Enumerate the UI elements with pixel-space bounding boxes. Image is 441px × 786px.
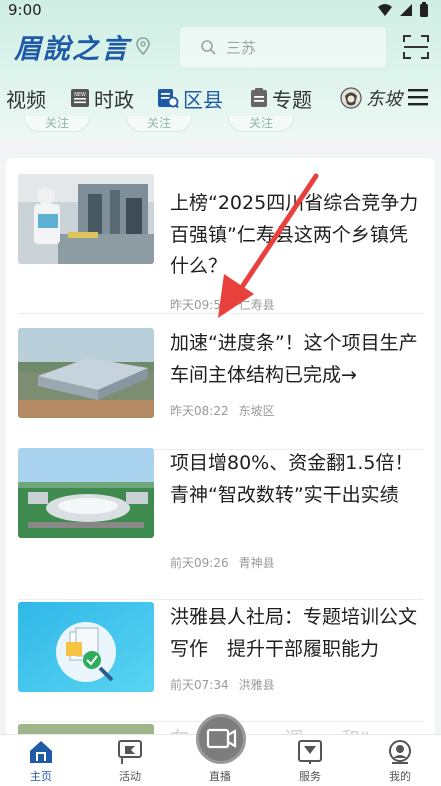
tab-label: 区县	[183, 87, 223, 112]
news-item[interactable]: 项目增80%、资金翻1.5倍！青神“智改数转”实干出实绩 前天09:26 青神县	[18, 448, 423, 600]
news-meta: 昨天09:57 仁寿县	[170, 296, 275, 313]
follow-chips-row: 关注 关注 关注	[0, 116, 441, 134]
channel-tabs: 视频 NEW 时政 区县 专题 东坡	[0, 80, 441, 116]
tab-district[interactable]: 区县	[157, 80, 223, 116]
news-location: 东坡区	[238, 404, 275, 418]
news-time: 前天07:34	[170, 678, 229, 692]
news-list: 上榜“2025四川省综合竞争力百强镇”仁寿县这两个乡镇凭什么？ 昨天09:57 …	[6, 158, 435, 758]
location-pin-icon	[136, 37, 150, 55]
document-check-illustration	[18, 602, 154, 692]
nav-label: 我的	[389, 770, 411, 783]
nav-label: 服务	[299, 770, 321, 783]
nav-home[interactable]: 主页	[11, 735, 71, 786]
signal-icon	[400, 4, 412, 16]
logo-text: 眉說之言	[14, 33, 130, 65]
dongpo-avatar-icon	[340, 87, 362, 109]
tab-label: 专题	[272, 87, 312, 112]
news-title: 洪雅县人社局：专题培训公文写作 提升干部履职能力	[170, 606, 418, 660]
battery-icon	[420, 2, 428, 17]
nav-profile[interactable]: 我的	[370, 735, 430, 786]
news-location: 洪雅县	[238, 678, 275, 692]
tab-video[interactable]: 视频	[6, 80, 46, 116]
news-item[interactable]: 洪雅县人社局：专题培训公文写作 提升干部履职能力 前天07:34 洪雅县	[18, 602, 423, 722]
topic-icon	[251, 88, 267, 107]
live-button[interactable]	[196, 714, 246, 764]
status-bar: 9:00	[0, 0, 441, 20]
service-icon	[298, 740, 322, 764]
live-camera-icon	[206, 728, 237, 749]
app-logo[interactable]: 眉說之言	[14, 26, 150, 66]
nav-label: 活动	[119, 770, 141, 783]
nav-label: 主页	[30, 770, 52, 783]
flag-icon	[118, 740, 142, 764]
tab-label: 东坡	[366, 89, 402, 110]
search-input[interactable]: 三苏	[180, 27, 386, 67]
follow-chip[interactable]: 关注	[228, 116, 294, 132]
news-time: 前天09:26	[170, 556, 229, 570]
news-meta: 昨天08:22 东坡区	[170, 402, 275, 419]
construction-site-image	[18, 328, 154, 418]
factory-worker-image	[18, 174, 154, 264]
search-placeholder: 三苏	[226, 38, 257, 57]
wifi-icon	[378, 4, 392, 16]
nav-activity[interactable]: 活动	[100, 735, 160, 786]
news-item[interactable]: 上榜“2025四川省综合竞争力百强镇”仁寿县这两个乡镇凭什么？ 昨天09:57 …	[18, 174, 423, 314]
news-location: 仁寿县	[238, 298, 275, 312]
news-item[interactable]: 加速“进度条”！这个项目生产车间主体结构已完成→ 昨天08:22 东坡区	[18, 328, 423, 450]
status-icons	[377, 2, 429, 18]
scan-icon[interactable]	[402, 33, 430, 61]
news-location: 青神县	[238, 556, 275, 570]
news-title: 上榜“2025四川省综合竞争力百强镇”仁寿县这两个乡镇凭什么？	[170, 192, 419, 277]
news-title: 项目增80%、资金翻1.5倍！青神“智改数转”实干出实绩	[170, 452, 414, 506]
tab-label: 视频	[6, 87, 46, 112]
news-meta: 前天09:26 青神县	[170, 554, 275, 571]
status-time: 9:00	[8, 1, 42, 19]
new-badge-icon: NEW	[71, 89, 89, 107]
nav-service[interactable]: 服务	[280, 735, 340, 786]
search-icon	[201, 40, 216, 55]
follow-chip[interactable]: 关注	[24, 116, 90, 132]
follow-chip[interactable]: 关注	[126, 116, 192, 132]
tab-label: 时政	[94, 87, 134, 112]
svg-text:NEW: NEW	[74, 92, 86, 98]
news-title: 加速“进度条”！这个项目生产车间主体结构已完成→	[170, 332, 418, 386]
district-icon	[158, 89, 179, 108]
news-time: 昨天08:22	[170, 404, 229, 418]
home-icon	[30, 741, 52, 763]
news-meta: 前天07:34 洪雅县	[170, 676, 275, 693]
profile-icon	[389, 740, 411, 764]
tab-dongpo[interactable]: 东坡	[340, 80, 402, 116]
aerial-factory-image	[18, 448, 154, 538]
tab-topic[interactable]: 专题	[250, 80, 312, 116]
nav-label: 直播	[209, 770, 231, 783]
news-time: 昨天09:57	[170, 298, 229, 312]
tab-politics[interactable]: NEW 时政	[70, 80, 134, 116]
menu-icon[interactable]	[406, 86, 430, 108]
